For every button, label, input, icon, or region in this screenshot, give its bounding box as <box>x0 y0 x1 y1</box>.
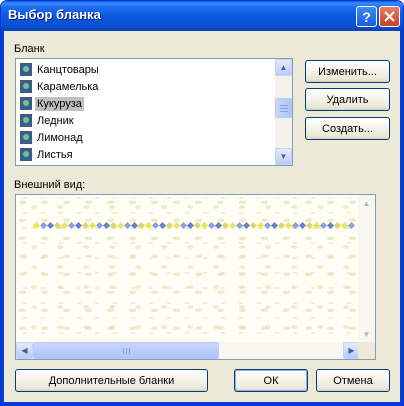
preview-hscrollbar[interactable]: ◀ ▶ <box>16 342 360 359</box>
scroll-up-button[interactable]: ▲ <box>275 59 292 76</box>
stationery-icon <box>20 63 32 76</box>
list-item[interactable]: Канцтовары <box>20 61 101 78</box>
ok-button[interactable]: ОК <box>234 369 308 392</box>
preview-pane: ▲ ▼ ◀ ▶ <box>15 194 376 360</box>
list-item-label: Лимонад <box>37 131 83 144</box>
scroll-left-button[interactable]: ◀ <box>16 342 33 359</box>
preview-label: Внешний вид: <box>14 179 86 191</box>
dialog-window: Выбор бланка ? Бланк Канцтовары Карамель… <box>0 0 404 406</box>
grip-line <box>129 348 130 354</box>
list-item-label: Кукуруза <box>35 96 84 111</box>
scroll-down-button: ▼ <box>358 326 375 343</box>
stationery-icon <box>20 114 32 127</box>
chevron-up-icon: ▲ <box>362 199 371 208</box>
scroll-thumb[interactable] <box>275 98 292 118</box>
scroll-thumb[interactable] <box>33 342 219 359</box>
border-pattern <box>32 221 356 231</box>
delete-button[interactable]: Удалить <box>305 88 390 111</box>
frame-bottom <box>1 402 403 405</box>
question-icon: ? <box>362 8 371 25</box>
chevron-down-icon: ▼ <box>279 152 288 161</box>
chevron-left-icon: ◀ <box>21 346 28 355</box>
diamond-ornament <box>347 221 356 230</box>
close-button[interactable] <box>379 6 400 27</box>
chevron-right-icon: ▶ <box>348 346 355 355</box>
list-item-label: Ледник <box>37 114 74 127</box>
grip-line <box>123 348 124 354</box>
stationery-icon <box>20 148 32 161</box>
more-blanks-button[interactable]: Дополнительные бланки <box>15 369 208 392</box>
stationery-icon <box>20 131 32 144</box>
change-button[interactable]: Изменить... <box>305 60 390 83</box>
close-icon <box>384 11 395 22</box>
cancel-button[interactable]: Отмена <box>316 369 390 392</box>
grip-line <box>280 111 288 112</box>
stationery-icon <box>20 80 32 93</box>
list-item[interactable]: Карамелька <box>20 78 100 95</box>
scroll-corner <box>358 342 375 359</box>
blank-listbox[interactable]: Канцтовары Карамелька Кукуруза Ледник Ли… <box>15 58 293 166</box>
scroll-down-button[interactable]: ▼ <box>275 148 292 165</box>
chevron-up-icon: ▲ <box>279 63 288 72</box>
list-item[interactable]: Ледник <box>20 112 76 129</box>
list-item-label: Канцтовары <box>37 63 99 76</box>
blank-label: Бланк <box>14 43 45 55</box>
scroll-up-button: ▲ <box>358 195 375 212</box>
frame-right <box>400 31 403 403</box>
list-item-label: Листья <box>37 148 73 161</box>
chevron-down-icon: ▼ <box>362 330 371 339</box>
window-title: Выбор бланка <box>8 7 101 22</box>
list-item-label: Карамелька <box>37 80 99 93</box>
list-scrollbar[interactable]: ▲ ▼ <box>275 59 292 165</box>
help-button[interactable]: ? <box>356 6 377 27</box>
list-item[interactable]: Листья <box>20 146 75 163</box>
list-item[interactable]: Лимонад <box>20 129 85 146</box>
grip-line <box>280 105 288 106</box>
create-button[interactable]: Создать... <box>305 117 390 140</box>
grip-line <box>126 348 127 354</box>
grip-line <box>280 108 288 109</box>
list-item-selected[interactable]: Кукуруза <box>20 95 84 112</box>
frame-left <box>1 31 4 403</box>
preview-vscrollbar: ▲ ▼ <box>358 195 375 343</box>
title-bar: Выбор бланка ? <box>1 1 403 31</box>
stationery-icon <box>20 97 32 110</box>
